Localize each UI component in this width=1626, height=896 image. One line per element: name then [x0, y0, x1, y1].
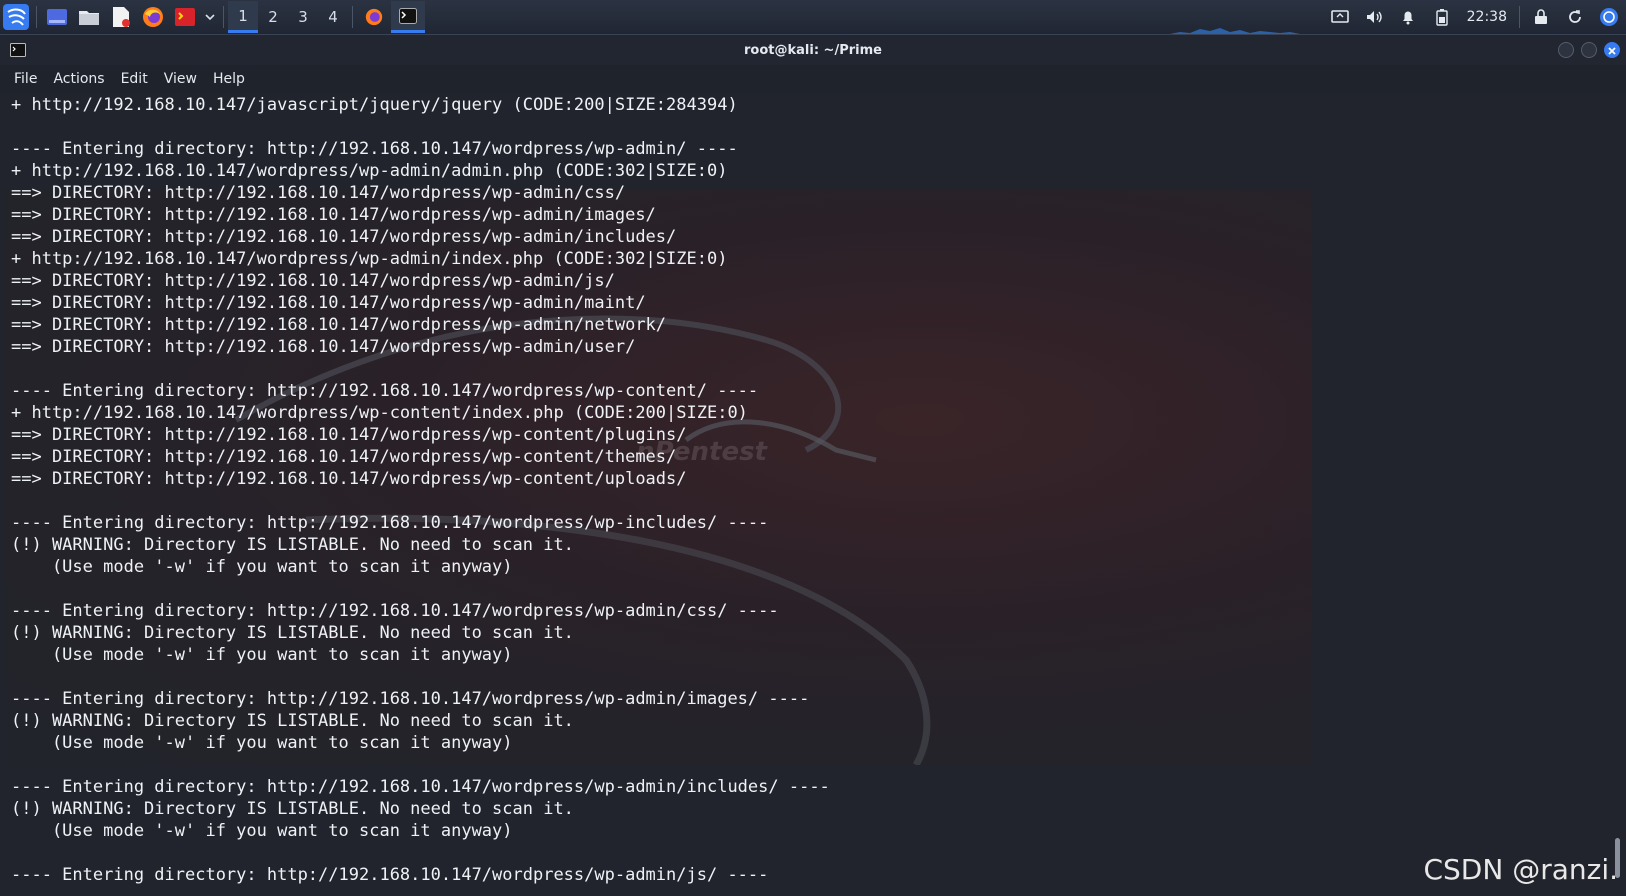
terminal-line: ==> DIRECTORY: http://192.168.10.147/wor…	[11, 183, 626, 203]
taskbar-separator	[223, 6, 224, 28]
terminal-line: (Use mode '-w' if you want to scan it an…	[11, 821, 513, 841]
terminal-line: + http://192.168.10.147/wordpress/wp-adm…	[11, 161, 728, 181]
workspace-2[interactable]: 2	[258, 1, 288, 33]
tray-separator	[1519, 6, 1520, 28]
terminal-line: (!) WARNING: Directory IS LISTABLE. No n…	[11, 535, 574, 555]
terminal-line: ---- Entering directory: http://192.168.…	[11, 777, 830, 797]
volume-icon[interactable]	[1357, 1, 1391, 33]
terminal-line: ==> DIRECTORY: http://192.168.10.147/wor…	[11, 425, 687, 445]
workspace-1[interactable]: 1	[228, 1, 258, 33]
terminal-line: ==> DIRECTORY: http://192.168.10.147/wor…	[11, 227, 677, 247]
taskbar: 1 2 3 4 22:38	[0, 0, 1626, 35]
terminal-line: (Use mode '-w' if you want to scan it an…	[11, 557, 513, 577]
terminal-output-area[interactable]: nPentest + http://192.168.10.147/javascr…	[0, 93, 1626, 896]
terminal-line: ==> DIRECTORY: http://192.168.10.147/wor…	[11, 271, 615, 291]
close-icon	[1608, 47, 1616, 55]
close-button[interactable]	[1604, 42, 1620, 58]
terminal-line: (!) WARNING: Directory IS LISTABLE. No n…	[11, 799, 574, 819]
terminal-line: ==> DIRECTORY: http://192.168.10.147/wor…	[11, 469, 687, 489]
terminal-line: ==> DIRECTORY: http://192.168.10.147/wor…	[11, 205, 656, 225]
display-icon[interactable]	[1323, 1, 1357, 33]
maximize-button[interactable]	[1581, 42, 1597, 58]
terminal-window: root@kali: ~/Prime File Actions Edit Vie…	[0, 35, 1626, 896]
kali-menu-icon[interactable]	[0, 1, 32, 33]
lock-icon[interactable]	[1524, 1, 1558, 33]
terminal-line: ---- Entering directory: http://192.168.…	[11, 865, 769, 885]
notification-bell-icon[interactable]	[1391, 1, 1425, 33]
clock[interactable]: 22:38	[1459, 9, 1515, 25]
menu-actions[interactable]: Actions	[45, 71, 112, 87]
terminal-lines: + http://192.168.10.147/javascript/jquer…	[11, 94, 830, 886]
network-graph	[1170, 28, 1300, 34]
terminal-line: ---- Entering directory: http://192.168.…	[11, 513, 769, 533]
terminal-line: + http://192.168.10.147/wordpress/wp-con…	[11, 403, 748, 423]
terminal-line: ==> DIRECTORY: http://192.168.10.147/wor…	[11, 315, 667, 335]
terminal-icon	[10, 42, 26, 61]
terminal-line: ==> DIRECTORY: http://192.168.10.147/wor…	[11, 447, 677, 467]
file-manager-icon[interactable]	[73, 1, 105, 33]
terminal-line: + http://192.168.10.147/javascript/jquer…	[11, 95, 738, 115]
terminal-line: (Use mode '-w' if you want to scan it an…	[11, 733, 513, 753]
menu-help[interactable]: Help	[205, 71, 253, 87]
terminal-line: (!) WARNING: Directory IS LISTABLE. No n…	[11, 711, 574, 731]
taskbar-separator	[352, 6, 353, 28]
firefox-icon[interactable]	[137, 1, 169, 33]
terminal-red-icon[interactable]	[169, 1, 201, 33]
title-bar[interactable]: root@kali: ~/Prime	[0, 35, 1626, 65]
terminal-line: (!) WARNING: Directory IS LISTABLE. No n…	[11, 623, 574, 643]
workspace-4[interactable]: 4	[318, 1, 348, 33]
terminal-line: ---- Entering directory: http://192.168.…	[11, 689, 810, 709]
power-menu-icon[interactable]	[1592, 1, 1626, 33]
minimize-button[interactable]	[1558, 42, 1574, 58]
terminal-window-task[interactable]	[391, 1, 425, 33]
menu-view[interactable]: View	[156, 71, 205, 87]
terminal-line: (Use mode '-w' if you want to scan it an…	[11, 645, 513, 665]
workspace-3[interactable]: 3	[288, 1, 318, 33]
terminal-line: ---- Entering directory: http://192.168.…	[11, 139, 738, 159]
menu-file[interactable]: File	[6, 71, 45, 87]
battery-icon[interactable]	[1425, 1, 1459, 33]
terminal-line: ==> DIRECTORY: http://192.168.10.147/wor…	[11, 293, 646, 313]
terminal-line: ---- Entering directory: http://192.168.…	[11, 381, 759, 401]
menu-edit[interactable]: Edit	[113, 71, 156, 87]
taskbar-separator	[36, 6, 37, 28]
menu-bar: File Actions Edit View Help	[0, 65, 1626, 93]
watermark: CSDN @ranzi.	[1423, 853, 1618, 886]
system-tray: 22:38	[1323, 0, 1626, 34]
firefox-window-task[interactable]	[357, 1, 391, 33]
refresh-icon[interactable]	[1558, 1, 1592, 33]
text-editor-icon[interactable]	[105, 1, 137, 33]
terminal-line: ==> DIRECTORY: http://192.168.10.147/wor…	[11, 337, 636, 357]
terminal-line: + http://192.168.10.147/wordpress/wp-adm…	[11, 249, 728, 269]
show-desktop-icon[interactable]	[41, 1, 73, 33]
terminal-line: ---- Entering directory: http://192.168.…	[11, 601, 779, 621]
window-title: root@kali: ~/Prime	[744, 42, 882, 58]
chevron-down-icon[interactable]	[201, 1, 219, 33]
